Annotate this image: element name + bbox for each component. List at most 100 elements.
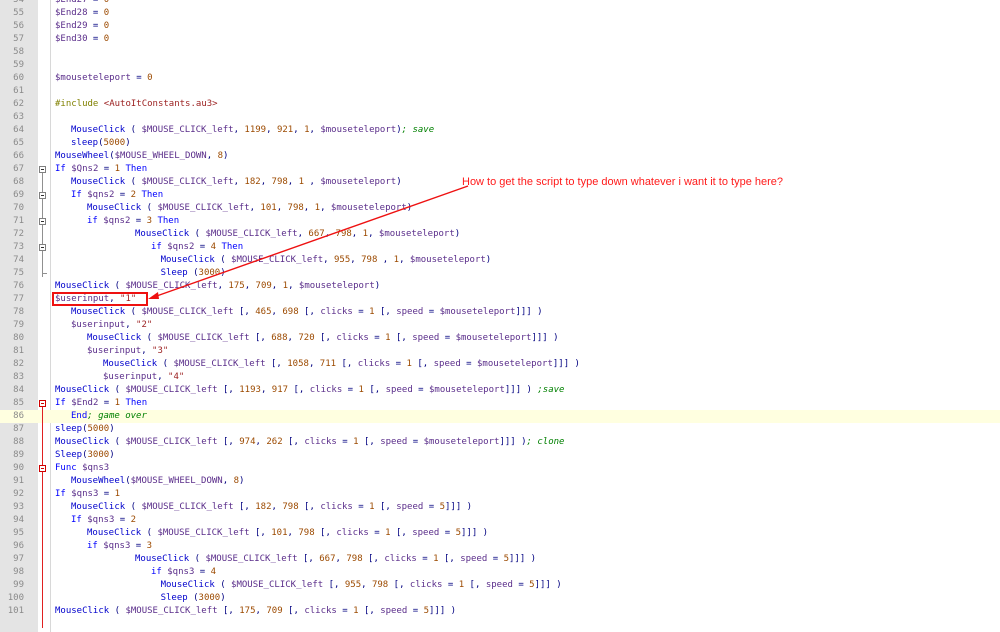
code-line[interactable]: 83 $userinput, "4" [0,371,1000,384]
code-token: , [297,229,309,239]
code-token: 1199 [244,125,267,135]
code-token: 798 [298,528,315,538]
code-line[interactable]: 95 MouseClick ( $MOUSE_CLICK_left [, 101,… [0,527,1000,540]
code-line[interactable]: 67 If $Qns2 = 1 Then [0,163,1000,176]
code-token: ) [109,424,115,434]
code-line[interactable]: 77 $userinput, "1" [0,293,1000,306]
code-line[interactable]: 92 If $qns3 = 1 [0,488,1000,501]
code-line[interactable]: 69 If $qns2 = 2 Then [0,189,1000,202]
code-line[interactable]: 58 [0,46,1000,59]
code-token: if [151,567,168,577]
code-line[interactable]: 97 MouseClick ( $MOUSE_CLICK_left [, 667,… [0,553,1000,566]
code-line[interactable]: 70 MouseClick ( $MOUSE_CLICK_left, 101, 7… [0,202,1000,215]
code-token: = [412,385,429,395]
fold-toggle-icon[interactable] [39,400,46,407]
code-line[interactable]: 76 MouseClick ( $MOUSE_CLICK_left, 175, 7… [0,280,1000,293]
code-line[interactable]: 82 MouseClick ( $MOUSE_CLICK_left [, 1058… [0,358,1000,371]
code-line[interactable]: 100 Sleep (3000) [0,592,1000,605]
code-token: = [390,359,407,369]
code-token: if [87,216,104,226]
highlight-box [52,292,148,306]
code-line[interactable]: 75 Sleep (3000) [0,267,1000,280]
code-token: ) [223,151,229,161]
line-number: 76 [13,281,24,291]
code-line[interactable]: 57 $End30 = 0 [0,33,1000,46]
code-token: = [460,359,477,369]
code-token: "2" [136,320,153,330]
code-line[interactable]: 90 Func $qns3 [0,462,1000,475]
code-line[interactable]: 87 sleep(5000) [0,423,1000,436]
code-token: if [87,541,104,551]
code-line[interactable]: 66 MouseWheel($MOUSE_WHEEL_DOWN, 8) [0,150,1000,163]
code-line[interactable]: 62 #include <AutoItConstants.au3> [0,98,1000,111]
code-line[interactable]: 89 Sleep(3000) [0,449,1000,462]
code-token: , [351,229,363,239]
code-line[interactable]: 81 $userinput, "3" [0,345,1000,358]
code-line[interactable]: 101 MouseClick ( $MOUSE_CLICK_left [, 175… [0,605,1000,618]
code-token: , [303,203,315,213]
code-text: $userinput, "2" [71,319,152,332]
code-text: If $qns3 = 2 [71,514,136,527]
code-token: $End2 [71,398,99,408]
code-token: ; save [401,125,435,135]
code-token: Then [136,190,164,200]
code-token: [, [314,333,337,343]
code-line[interactable]: 80 MouseClick ( $MOUSE_CLICK_left [, 688,… [0,332,1000,345]
code-line[interactable]: 54 $End27 = 0 [0,0,1000,7]
code-token: , [233,125,245,135]
code-line[interactable]: 79 $userinput, "2" [0,319,1000,332]
line-number: 68 [13,177,24,187]
line-number: 89 [13,450,24,460]
code-line[interactable]: 72 MouseClick ( $MOUSE_CLICK_left, 667, 7… [0,228,1000,241]
code-token: [, [438,554,461,564]
code-text: $End30 = 0 [55,33,109,46]
code-token: = [442,580,459,590]
code-line[interactable]: 85 If $End2 = 1 Then [0,397,1000,410]
code-text: $End28 = 0 [55,7,109,20]
code-token: MouseClick [55,385,110,395]
code-line[interactable]: 65 sleep(5000) [0,137,1000,150]
code-token: ( [109,281,126,291]
fold-toggle-icon[interactable] [39,218,46,225]
code-line[interactable]: 59 [0,59,1000,72]
code-line[interactable]: 56 $End29 = 0 [0,20,1000,33]
code-line[interactable]: 73 if $qns2 = 4 Then [0,241,1000,254]
fold-toggle-icon[interactable] [39,465,46,472]
code-line[interactable]: 61 [0,85,1000,98]
code-line[interactable]: 88 MouseClick ( $MOUSE_CLICK_left [, 974,… [0,436,1000,449]
code-token: = [130,541,147,551]
code-token: clicks [409,580,443,590]
fold-toggle-icon[interactable] [39,192,46,199]
code-line[interactable]: 64 MouseClick ( $MOUSE_CLICK_left, 1199, … [0,124,1000,137]
code-token: , [287,177,299,187]
code-line[interactable]: 96 if $qns3 = 3 [0,540,1000,553]
code-token: ]]] ) [534,580,562,590]
line-number: 93 [13,502,24,512]
fold-toggle-icon[interactable] [39,244,46,251]
code-line[interactable]: 99 MouseClick ( $MOUSE_CLICK_left [, 955,… [0,579,1000,592]
line-number: 88 [13,437,24,447]
code-line[interactable]: 84 MouseClick ( $MOUSE_CLICK_left [, 1193… [0,384,1000,397]
code-token: 4 [210,567,217,577]
fold-toggle-icon[interactable] [39,166,46,173]
code-line[interactable]: 91 MouseWheel($MOUSE_WHEEL_DOWN, 8) [0,475,1000,488]
code-line[interactable]: 63 [0,111,1000,124]
code-token: , [276,203,288,213]
code-line[interactable]: 78 MouseClick ( $MOUSE_CLICK_left [, 465,… [0,306,1000,319]
code-token: , [323,255,335,265]
code-line[interactable]: 60 $mouseteleport = 0 [0,72,1000,85]
code-line[interactable]: 94 If $qns3 = 2 [0,514,1000,527]
code-token: 262 [266,437,283,447]
code-line[interactable]: 86 End; game over [0,410,1000,423]
code-token: sleep [71,138,99,148]
code-line[interactable]: 93 MouseClick ( $MOUSE_CLICK_left [, 182,… [0,501,1000,514]
code-token: = [439,528,456,538]
code-line[interactable]: 74 MouseClick ( $MOUSE_CLICK_left, 955, 7… [0,254,1000,267]
code-token: ( [214,255,232,265]
code-line[interactable]: 55 $End28 = 0 [0,7,1000,20]
code-text: MouseWheel($MOUSE_WHEEL_DOWN, 8) [71,475,244,488]
code-line[interactable]: 98 if $qns3 = 4 [0,566,1000,579]
code-token: $MOUSE_CLICK_left [125,281,218,291]
code-token: , [287,333,299,343]
code-line[interactable]: 71 if $qns2 = 3 Then [0,215,1000,228]
